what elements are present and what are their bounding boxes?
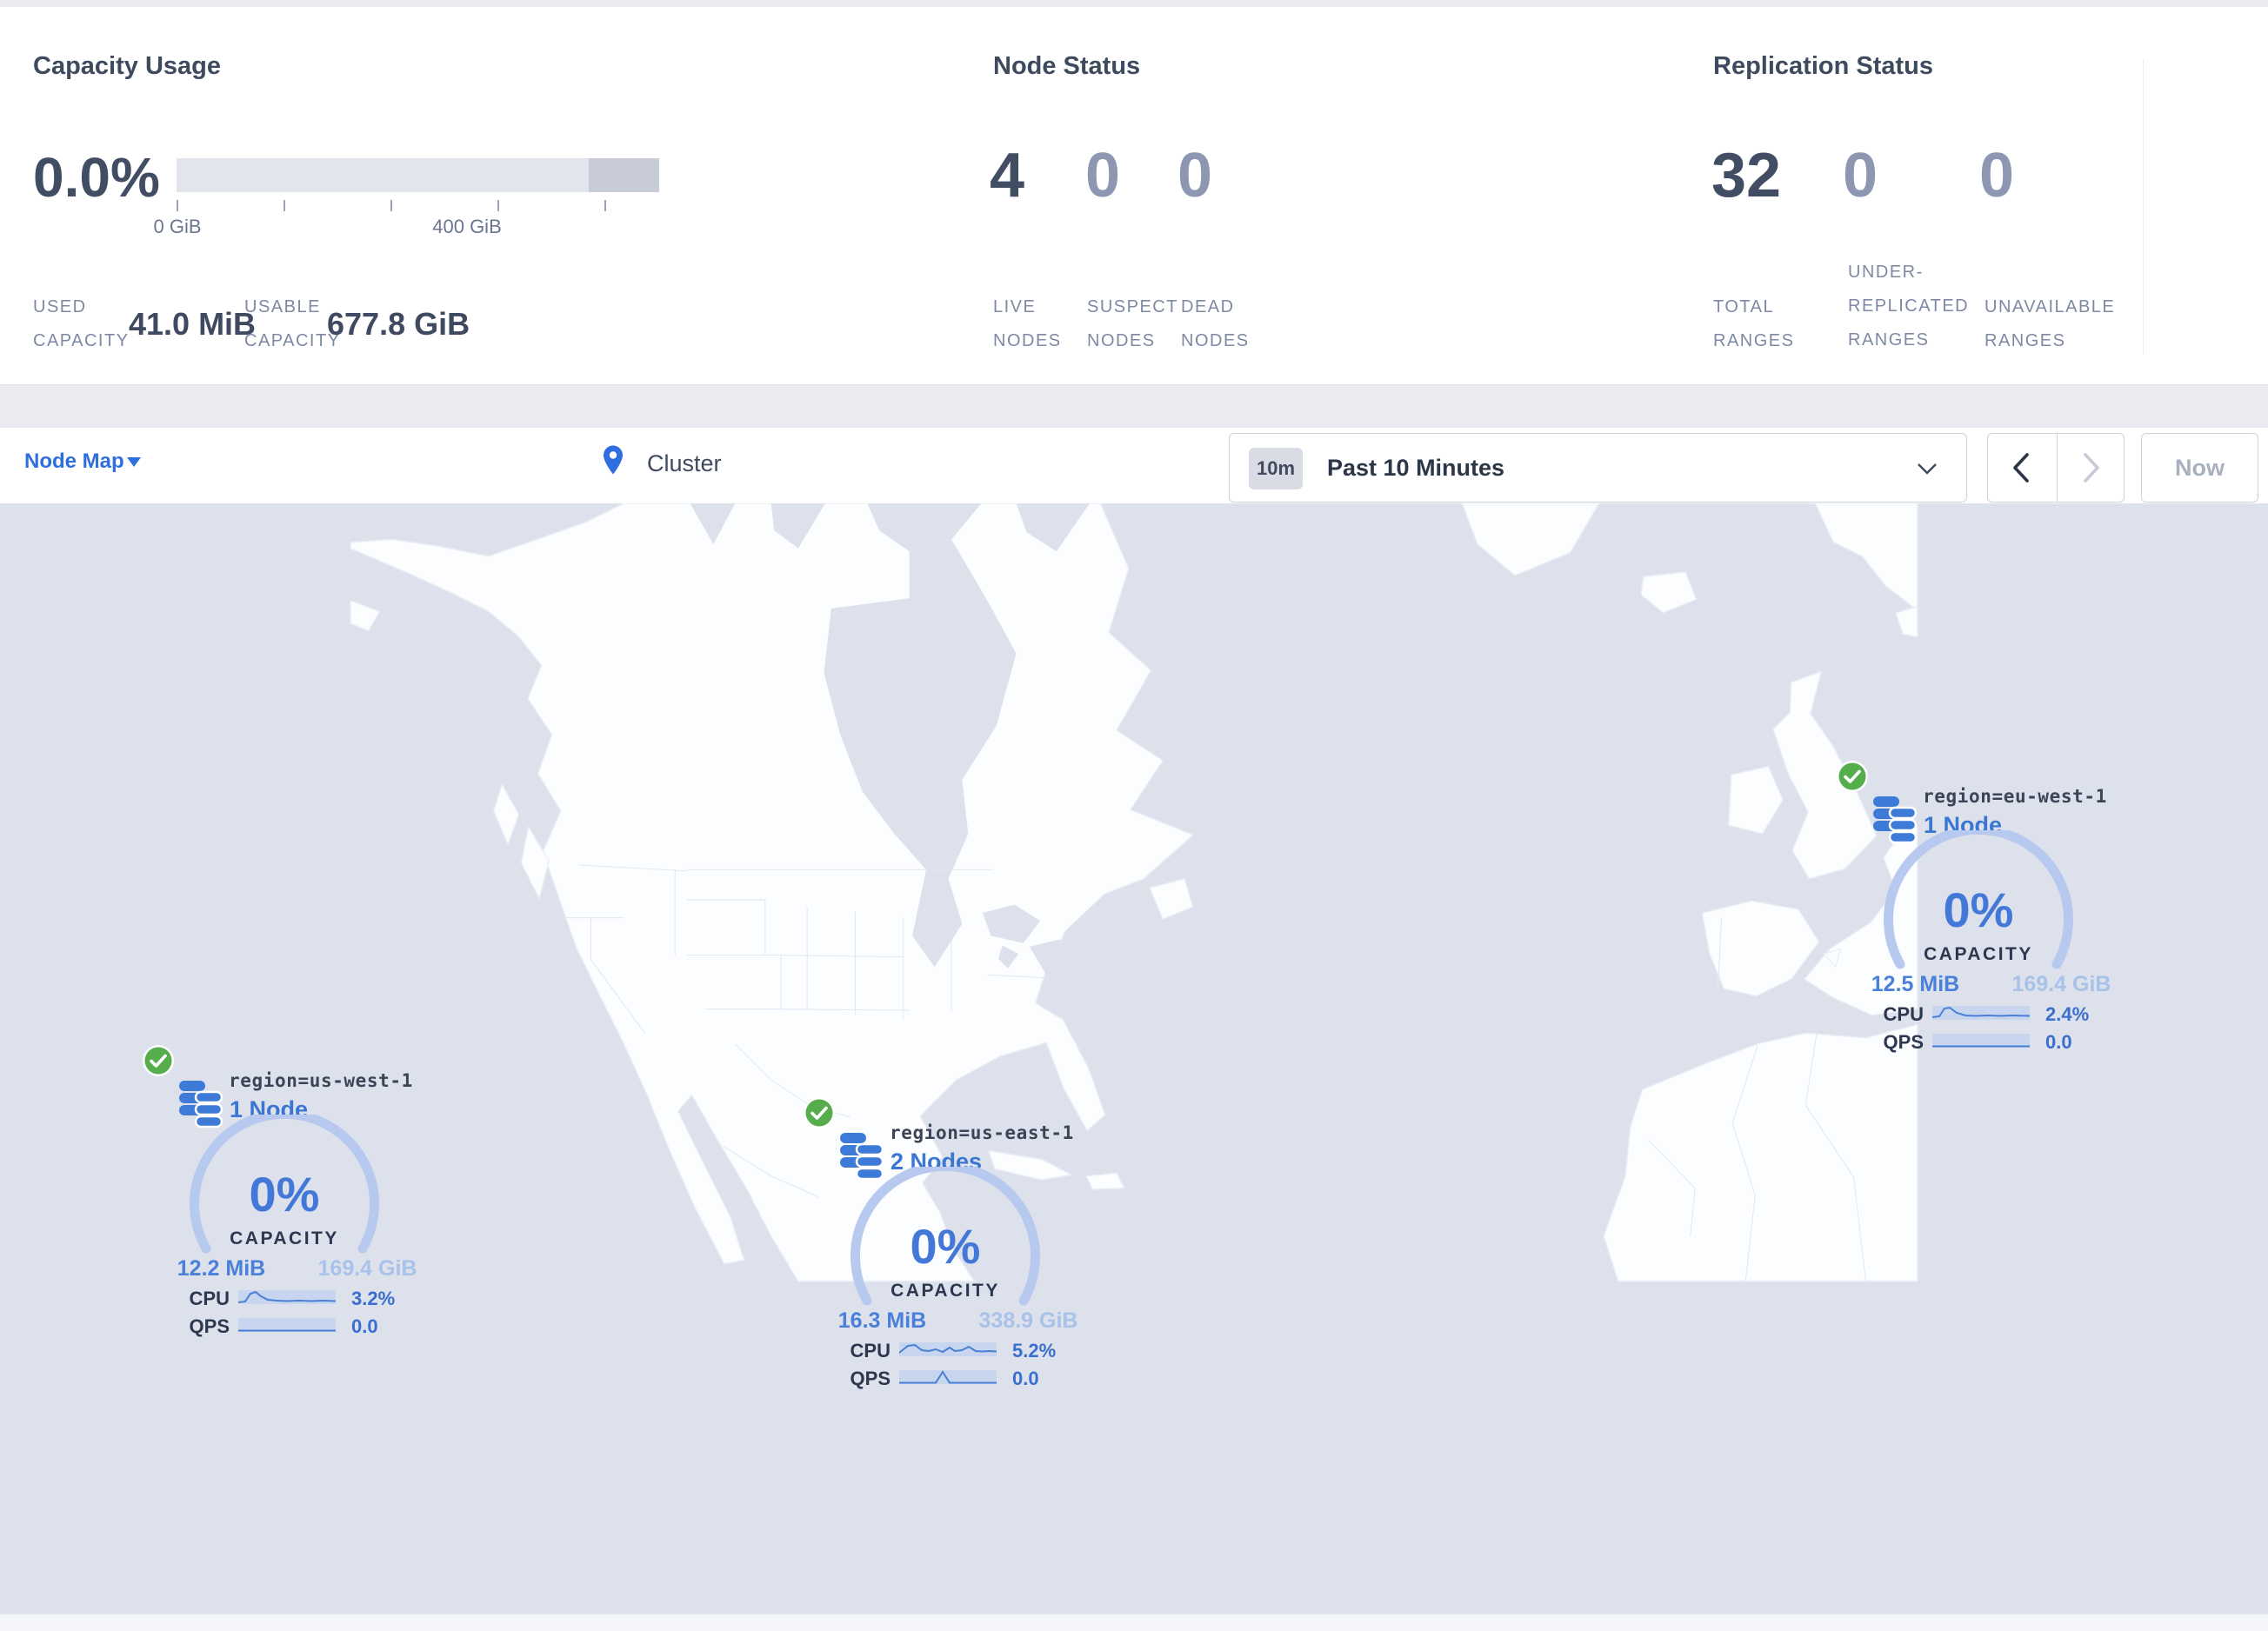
region-card-us-east-1[interactable]: region=us-east-1 2 Nodes 0% CAPACITY 16.…: [741, 1088, 1150, 1401]
region-capacity-used: 16.3 MiB: [837, 1308, 927, 1333]
qps-sparkline: [1932, 1034, 2030, 1048]
capacity-axis-tick: [497, 200, 499, 211]
qps-label: QPS: [189, 1315, 230, 1337]
view-selector-dropdown[interactable]: Node Map: [24, 449, 141, 483]
cpu-value: 5.2%: [1012, 1340, 1057, 1361]
time-window-select[interactable]: 10m Past 10 Minutes: [1229, 433, 1967, 503]
cpu-label: CPU: [850, 1340, 891, 1361]
map-footer-strip: [0, 1614, 2268, 1631]
qps-label: QPS: [850, 1368, 891, 1389]
prev-timespan-button[interactable]: [1988, 434, 2056, 502]
cluster-summary-panel: Capacity Usage 0.0% 0 GiB 400 GiB USED C…: [0, 7, 2268, 385]
cpu-value: 3.2%: [351, 1288, 396, 1309]
time-window-label: Past 10 Minutes: [1327, 455, 1505, 481]
usable-capacity-value: 677.8 GiB: [327, 306, 470, 342]
live-nodes-label: LIVE NODES: [993, 297, 1062, 350]
cpu-label: CPU: [189, 1288, 230, 1309]
qps-sparkline: [238, 1318, 336, 1332]
capacity-axis-tick: [390, 200, 392, 211]
capacity-usage-bar: [177, 158, 659, 192]
region-capacity-percent: 0%: [1943, 882, 2014, 937]
dead-nodes-count: 0: [1177, 141, 1213, 210]
region-name: region=eu-west-1: [1923, 786, 2107, 807]
region-capacity-percent: 0%: [249, 1167, 320, 1222]
cpu-value: 2.4%: [2045, 1003, 2090, 1025]
map-toolbar: Node Map Cluster 10m Past 10 Minutes Now: [0, 427, 2268, 506]
used-capacity-label: USED CAPACITY: [33, 297, 130, 350]
map-pin-icon: [604, 445, 623, 475]
unavailable-count: 0: [1978, 141, 2015, 210]
region-capacity-label: CAPACITY: [1924, 944, 2033, 964]
under-replicated-count: 0: [1842, 141, 1878, 210]
chevron-left-icon: [2013, 453, 2029, 483]
qps-sparkline: [899, 1370, 997, 1384]
region-capacity-label: CAPACITY: [230, 1228, 339, 1248]
chevron-right-icon: [2084, 453, 2099, 483]
capacity-usage-title: Capacity Usage: [33, 52, 221, 80]
region-name: region=us-west-1: [229, 1070, 413, 1091]
check-circle-icon: [804, 1097, 835, 1128]
check-circle-icon: [1837, 761, 1868, 792]
time-nav-arrows: [1987, 433, 2125, 503]
cpu-sparkline: [1932, 1006, 2030, 1020]
region-name: region=us-east-1: [890, 1122, 1074, 1143]
region-capacity-percent: 0%: [910, 1219, 981, 1274]
region-capacity-total: 169.4 GiB: [2011, 972, 2111, 996]
view-selector-label: Node Map: [24, 449, 124, 473]
usable-capacity-label: USABLE CAPACITY: [244, 297, 341, 350]
qps-label: QPS: [1883, 1031, 1924, 1053]
capacity-axis-label: 0 GiB: [153, 216, 202, 237]
total-ranges-label: TOTAL RANGES: [1713, 297, 1795, 350]
used-capacity-value: 41.0 MiB: [129, 306, 257, 342]
breadcrumb-label: Cluster: [647, 450, 722, 476]
live-nodes-count: 4: [990, 141, 1025, 210]
capacity-axis-tick: [604, 200, 606, 211]
cpu-sparkline: [238, 1290, 336, 1304]
region-capacity-total: 169.4 GiB: [317, 1256, 417, 1281]
caret-down-icon: [127, 457, 141, 467]
check-circle-icon: [143, 1045, 174, 1076]
capacity-axis-tick: [177, 200, 178, 211]
region-capacity-used: 12.2 MiB: [177, 1256, 266, 1281]
time-window-badge: 10m: [1249, 448, 1303, 489]
chevron-down-icon: [1918, 463, 1937, 475]
cpu-sparkline: [899, 1342, 997, 1356]
now-button[interactable]: Now: [2141, 433, 2258, 503]
region-capacity-label: CAPACITY: [891, 1281, 1000, 1301]
qps-value: 0.0: [1012, 1368, 1039, 1389]
section-divider: [2143, 59, 2144, 355]
suspect-nodes-label: SUSPECT NODES: [1087, 297, 1178, 350]
region-capacity-used: 12.5 MiB: [1871, 972, 1960, 996]
capacity-axis-label: 400 GiB: [432, 216, 502, 237]
region-capacity-total: 338.9 GiB: [978, 1308, 1078, 1333]
total-ranges-count: 32: [1711, 141, 1782, 210]
capacity-axis-tick: [284, 200, 285, 211]
capacity-usage-percent: 0.0%: [33, 146, 160, 209]
qps-value: 0.0: [351, 1315, 378, 1337]
qps-value: 0.0: [2045, 1031, 2072, 1053]
dead-nodes-label: DEAD NODES: [1181, 297, 1250, 350]
node-status-title: Node Status: [993, 52, 1141, 80]
region-card-us-west-1[interactable]: region=us-west-1 1 Node 0% CAPACITY 12.2…: [80, 1035, 489, 1348]
replication-status-title: Replication Status: [1713, 52, 1933, 80]
next-timespan-button[interactable]: [2057, 434, 2125, 502]
suspect-nodes-count: 0: [1084, 141, 1121, 210]
region-card-eu-west-1[interactable]: region=eu-west-1 1 Node 0% CAPACITY 12.5…: [1774, 751, 2183, 1064]
unavailable-label: UNAVAILABLE RANGES: [1984, 297, 2116, 350]
cpu-label: CPU: [1883, 1003, 1924, 1025]
capacity-usage-bar-segment: [589, 158, 659, 192]
